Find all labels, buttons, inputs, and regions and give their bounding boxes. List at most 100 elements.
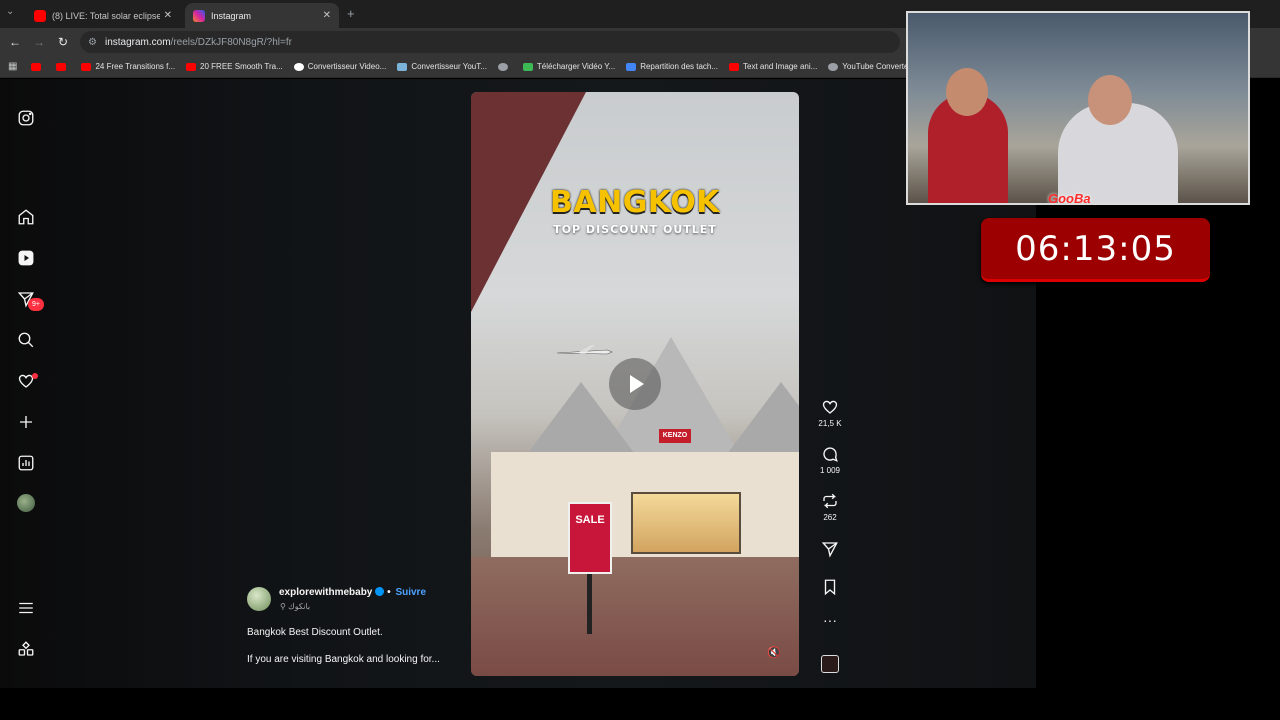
url-host: instagram.com [104, 36, 171, 48]
comments-count: 1 009 [819, 466, 841, 475]
reels-icon[interactable] [17, 249, 37, 269]
bookmark-label: Télécharger Vidéo Y... [536, 62, 616, 71]
like-button[interactable]: 21,5 K [810, 398, 850, 428]
caption-more[interactable]: If you are visiting Bangkok and looking … [247, 654, 440, 665]
comment-button[interactable]: 1 009 [810, 445, 850, 475]
docs-icon [626, 62, 637, 71]
bookmark-label: Text and Image ani... [743, 62, 818, 71]
comment-icon [823, 447, 838, 462]
share-button[interactable] [810, 540, 850, 561]
menu-hamburger-icon[interactable] [17, 599, 37, 619]
stream-timer: 06:13:05 [981, 218, 1210, 282]
share-icon [821, 542, 838, 558]
location[interactable]: ⚲ بانكوك [280, 602, 310, 611]
close-tab-icon[interactable]: ✕ [323, 10, 331, 21]
author-line: explorewithmebaby • Suivre [279, 587, 426, 598]
audio-thumbnail[interactable] [821, 655, 839, 673]
youtube-favicon-icon [34, 9, 46, 22]
repost-icon [823, 493, 837, 509]
instagram-favicon-icon [193, 9, 205, 22]
url-bar[interactable]: ⚙ instagram.com/reels/DZkJF80N8gR/?hl=fr [80, 31, 900, 53]
streamer-right-head [1088, 75, 1132, 125]
reel-subtitle: TOP DISCOUNT OUTLET [553, 223, 717, 236]
tab-title: Instagram [211, 10, 252, 21]
sale-sign: SALE [568, 502, 612, 574]
stream-logo: GooBa [1048, 191, 1091, 205]
back-arrow-icon[interactable]: ← [6, 33, 24, 51]
wet-floor [471, 557, 799, 676]
bookmark-icon [824, 579, 836, 596]
activity-dot-badge [32, 373, 38, 379]
bookmark-label: Convertisseur YouT... [411, 62, 487, 71]
home-icon[interactable] [17, 208, 37, 228]
bookmark-item[interactable]: 20 FREE Smooth Tra... [186, 62, 283, 71]
bookmark-label: 20 FREE Smooth Tra... [200, 62, 283, 71]
reposts-count: 262 [823, 513, 837, 522]
bookmark-item[interactable] [31, 62, 45, 71]
follow-button[interactable]: Suivre [395, 587, 426, 598]
heart-icon [822, 400, 838, 414]
bookmark-item[interactable]: 24 Free Transitions f... [81, 62, 175, 71]
search-icon[interactable] [17, 331, 37, 351]
bookmark-label: Repartition des tach... [640, 62, 719, 71]
site-info-icon[interactable]: ⚙ [88, 37, 97, 48]
profile-avatar[interactable] [17, 494, 35, 512]
caption-text: Bangkok Best Discount Outlet. [247, 627, 383, 638]
tab-youtube-live[interactable]: (8) LIVE: Total solar eclipse in Sp ✕ [26, 3, 180, 28]
streamer-left-head [946, 68, 988, 116]
reel-title: BANGKOK [550, 185, 720, 220]
storefront [631, 492, 741, 554]
notifications-badge: 9+ [28, 298, 44, 311]
download-icon [522, 62, 533, 71]
tab-instagram[interactable]: Instagram ✕ [185, 3, 339, 28]
location-pin-icon: ⚲ [280, 602, 289, 611]
instagram-logo-icon[interactable] [17, 109, 37, 129]
bookmark-item[interactable]: Text and Image ani... [729, 62, 817, 71]
store-sign: KENZO [659, 429, 691, 443]
verified-badge-icon [375, 587, 385, 596]
sign-post [587, 574, 592, 634]
reload-icon[interactable]: ↻ [54, 33, 72, 51]
instagram-sidebar: 9+ [0, 79, 54, 688]
more-apps-icon[interactable] [17, 640, 37, 660]
play-button[interactable] [609, 358, 661, 410]
forward-arrow-icon[interactable]: → [30, 33, 48, 51]
apps-grid-icon[interactable]: ▦ [8, 61, 17, 72]
bookmark-item[interactable]: Repartition des tach... [626, 62, 718, 71]
bookmark-item[interactable] [56, 62, 70, 71]
google-icon [293, 62, 304, 71]
globe-icon [828, 62, 839, 71]
youtube-icon [81, 62, 92, 71]
bookmark-item[interactable]: Convertisseur YouT... [397, 62, 487, 71]
more-options-icon[interactable]: ··· [810, 612, 850, 628]
new-tab-plus-icon[interactable]: + [347, 6, 355, 21]
dashboard-icon[interactable] [17, 454, 37, 474]
separator: • [387, 587, 391, 598]
tab-search-chevron-icon[interactable]: ⌄ [6, 6, 20, 20]
close-tab-icon[interactable]: ✕ [164, 10, 172, 21]
likes-count: 21,5 K [818, 419, 842, 428]
muted-speaker-icon[interactable]: 🔇 [767, 646, 781, 659]
repost-button[interactable]: 262 [810, 492, 850, 522]
youtube-icon [729, 62, 740, 71]
airplane-icon [556, 345, 613, 359]
bookmark-label: 24 Free Transitions f... [95, 62, 176, 71]
location-label: بانكوك [288, 602, 311, 611]
tab-title: (8) LIVE: Total solar eclipse in Sp [52, 10, 160, 21]
roof-shape [721, 382, 799, 462]
url-path: /reels/DZkJF80N8gR/?hl=fr [170, 36, 292, 48]
globe-icon [497, 62, 508, 71]
bookmark-item[interactable]: Télécharger Vidéo Y... [522, 62, 616, 71]
author-username[interactable]: explorewithmebaby [279, 587, 372, 598]
webcam-overlay: GooBa [906, 11, 1250, 205]
bookmark-item[interactable]: YouTube Converter [828, 62, 911, 71]
converter-icon [397, 62, 408, 71]
save-button[interactable] [810, 578, 850, 599]
youtube-icon [186, 62, 197, 71]
create-plus-icon[interactable] [17, 413, 37, 433]
youtube-icon [31, 62, 42, 71]
bookmark-item[interactable] [497, 62, 512, 71]
reel-video[interactable]: KENZO SALE BANGKOK TOP DISCOUNT OUTLET 🔇 [471, 92, 799, 676]
author-avatar[interactable] [247, 587, 271, 611]
bookmark-item[interactable]: Convertisseur Video... [293, 62, 386, 71]
